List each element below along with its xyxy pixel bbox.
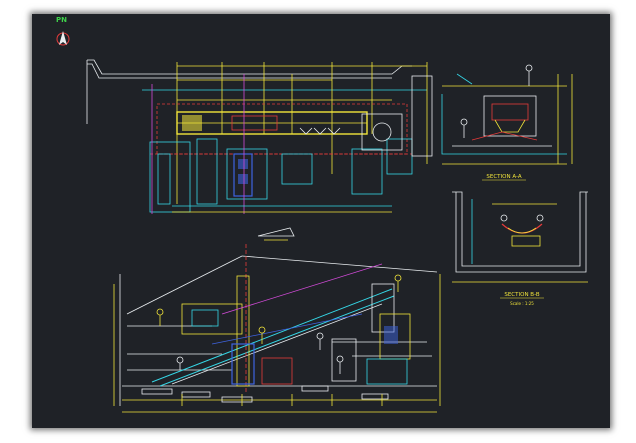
slope-detail bbox=[257, 227, 295, 241]
section-b-b-view bbox=[452, 191, 588, 283]
section-a-a-title: SECTION A-A bbox=[486, 174, 521, 180]
cad-drawing-canvas: PN SECTION A-A SECTION B-B Scale: 1:25 bbox=[32, 14, 610, 428]
section-a-a-view bbox=[441, 64, 573, 165]
cad-drawing: SECTION A-A SECTION B-B Scale : 1:25 bbox=[56, 31, 588, 413]
section-b-b-title: SECTION B-B bbox=[504, 292, 540, 298]
section-b-b-scale: Scale : 1:25 bbox=[510, 301, 534, 306]
north-arrow-icon bbox=[56, 31, 70, 46]
plan-view bbox=[86, 59, 433, 214]
elevation-view bbox=[113, 244, 441, 413]
